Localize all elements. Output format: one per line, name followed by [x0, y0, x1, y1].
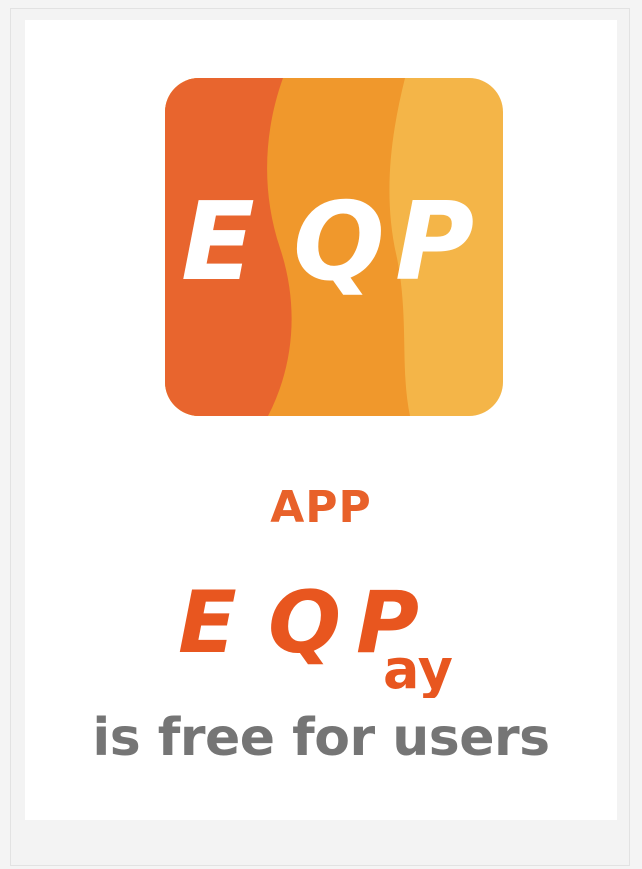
app-label: APP — [270, 482, 372, 533]
tagline: is free for users — [92, 708, 550, 768]
icon-letter-p: P — [395, 180, 474, 305]
eqp-app-icon: E Q P — [165, 78, 503, 416]
brand-letter-q: Q — [268, 580, 341, 673]
brand-suffix: ay — [383, 638, 453, 698]
icon-letter-q: Q — [293, 180, 385, 305]
brand-letter-e: E — [178, 580, 237, 673]
eqpay-brand-logo: E Q P ay — [178, 580, 453, 698]
icon-letters: E Q P — [181, 180, 474, 305]
icon-letter-e: E — [181, 180, 255, 305]
